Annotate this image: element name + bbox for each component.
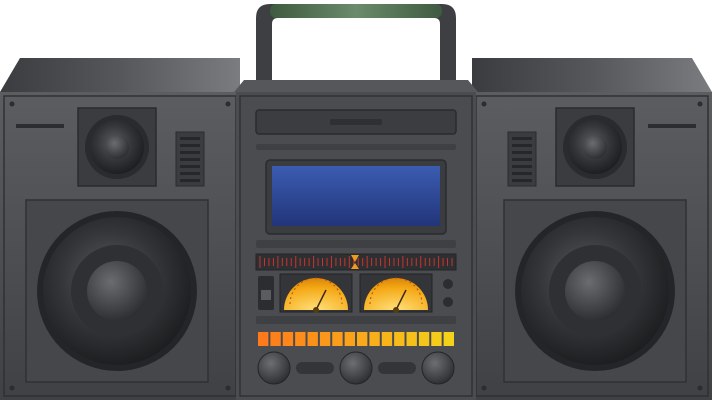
control-knob-left[interactable] — [257, 351, 291, 385]
small-button-top[interactable] — [443, 279, 453, 289]
equalizer-bar — [406, 332, 417, 346]
vent-grille — [507, 131, 537, 187]
boombox-illustration — [0, 4, 712, 400]
equalizer-bar — [282, 332, 294, 346]
center-unit — [234, 80, 478, 400]
control-knob-center[interactable] — [339, 351, 373, 385]
equalizer-bar — [394, 332, 405, 346]
small-button-bottom[interactable] — [443, 297, 453, 307]
control-slider-right[interactable] — [378, 362, 416, 374]
equalizer-bar — [332, 332, 343, 346]
equalizer-bar — [357, 332, 368, 346]
handle-grip — [270, 4, 442, 18]
control-knob-right[interactable] — [421, 351, 455, 385]
equalizer-bar — [258, 332, 269, 346]
speaker-slot — [648, 124, 696, 128]
equalizer-bar — [369, 332, 380, 346]
equalizer-bar — [307, 332, 318, 346]
speaker-slot — [16, 124, 64, 128]
equalizer-bar — [295, 332, 306, 346]
vent-grille — [175, 131, 205, 187]
equalizer-bar — [443, 332, 455, 346]
vu-meter-right — [359, 273, 433, 313]
equalizer-bar — [431, 332, 442, 346]
equalizer-bar — [270, 332, 281, 346]
carry-handle — [256, 4, 456, 92]
vu-meter-left — [279, 273, 353, 313]
cd-eject-slot[interactable] — [330, 119, 382, 125]
right-speaker — [472, 58, 712, 400]
equalizer-bar — [344, 332, 356, 346]
equalizer-bar — [418, 332, 430, 346]
equalizer-bar — [319, 332, 331, 346]
control-slider-left[interactable] — [296, 362, 334, 374]
left-speaker — [0, 58, 240, 400]
equalizer-bar — [381, 332, 393, 346]
display-screen — [272, 166, 440, 226]
